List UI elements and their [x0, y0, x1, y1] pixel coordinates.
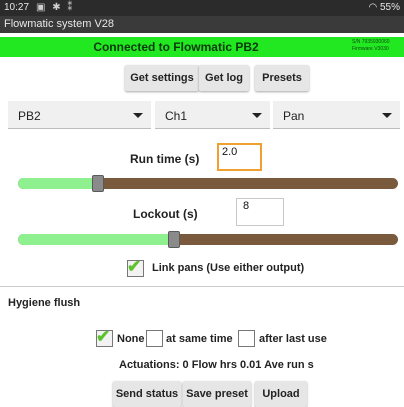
hygiene-after-last-use-checkbox[interactable] [238, 330, 255, 347]
clock: 10:27 [4, 2, 30, 13]
chevron-down-icon [133, 113, 143, 118]
serial-number: S/N 7935930060 [352, 39, 390, 45]
lockout-slider-fill [18, 234, 174, 245]
get-log-button[interactable]: Get log [199, 65, 249, 91]
send-status-button[interactable]: Send status [113, 381, 181, 407]
link-pans-checkbox[interactable]: ✔ [127, 257, 144, 277]
channel-select-value: Ch1 [165, 109, 188, 123]
chevron-down-icon [382, 113, 392, 118]
hygiene-none-label: None [117, 333, 145, 345]
status-bar: 10:27 ▣ ✱ ⁑ ◠ 55% [0, 0, 404, 16]
device-info: S/N 7935930060 Firmware V3030 [352, 39, 402, 53]
device-select[interactable]: PB2 [8, 101, 151, 129]
upload-button[interactable]: Upload [255, 381, 307, 407]
run-time-label: Run time (s) [130, 152, 200, 166]
lockout-slider[interactable] [18, 231, 398, 248]
checkmark-icon: ✔ [96, 327, 111, 346]
presets-button[interactable]: Presets [255, 65, 309, 91]
get-settings-button[interactable]: Get settings [125, 65, 199, 91]
actuation-stats: Actuations: 0 Flow hrs 0.01 Ave run s [119, 359, 314, 371]
mode-select-value: Pan [283, 109, 305, 123]
connection-status: Connected to Flowmatic PB2 [93, 40, 259, 54]
hygiene-flush-title: Hygiene flush [8, 297, 81, 309]
connection-banner: Connected to Flowmatic PB2 S/N 793593006… [0, 37, 404, 57]
wifi-icon: ◠ [368, 2, 380, 13]
app-title-bar: Flowmatic system V28 [0, 16, 404, 33]
firmware-version: Firmware V3030 [352, 46, 389, 52]
notification-icons: ▣ ✱ ⁑ [36, 2, 75, 13]
channel-select[interactable]: Ch1 [155, 101, 270, 129]
battery-level: 55% [379, 2, 400, 13]
hygiene-after-last-use-label: after last use [259, 333, 327, 345]
run-time-slider[interactable] [18, 175, 398, 192]
run-time-slider-fill [18, 178, 98, 189]
run-time-slider-thumb[interactable] [92, 175, 104, 192]
chevron-down-icon [252, 113, 262, 118]
run-time-input[interactable]: 2.0 [217, 143, 262, 171]
hygiene-same-time-checkbox[interactable] [146, 330, 163, 347]
hygiene-same-time-label: at same time [166, 333, 233, 345]
lockout-input[interactable]: 8 [236, 198, 284, 226]
hygiene-none-checkbox[interactable]: ✔ [96, 327, 113, 347]
app-title: Flowmatic system V28 [4, 18, 115, 30]
divider [0, 286, 404, 287]
battery-indicator: ◠ 55% [368, 2, 400, 13]
checkmark-icon: ✔ [127, 257, 142, 276]
lockout-label: Lockout (s) [133, 207, 198, 221]
link-pans-label: Link pans (Use either output) [152, 262, 305, 274]
lockout-slider-thumb[interactable] [168, 231, 180, 248]
device-select-value: PB2 [18, 109, 41, 123]
save-preset-button[interactable]: Save preset [183, 381, 251, 407]
mode-select[interactable]: Pan [273, 101, 400, 129]
